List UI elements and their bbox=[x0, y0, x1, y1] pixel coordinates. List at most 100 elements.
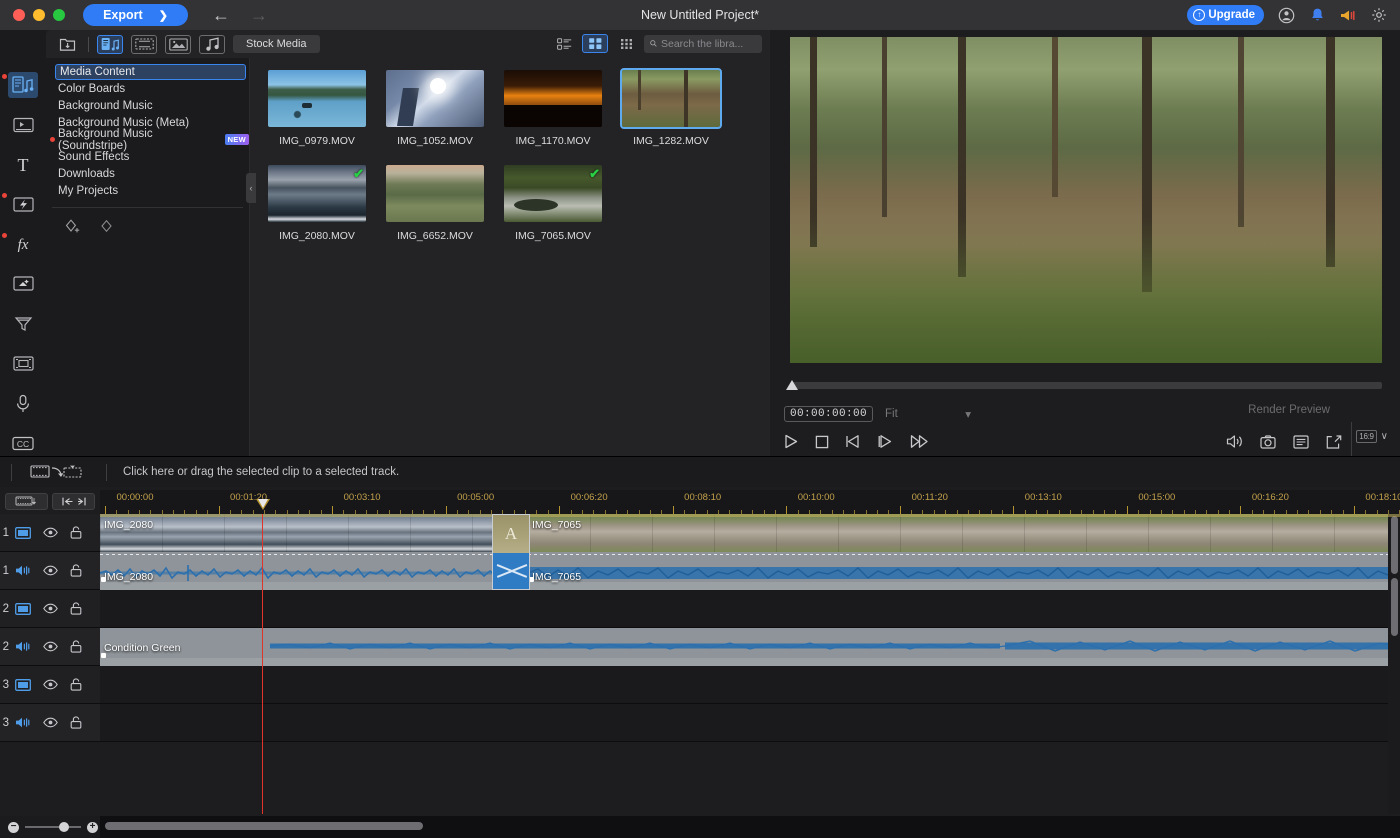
megaphone-icon[interactable] bbox=[1339, 6, 1357, 24]
library-item-media-content[interactable]: Media Content bbox=[55, 64, 246, 80]
timeline-audio-clip[interactable]: Condition Green bbox=[100, 628, 1400, 666]
media-tab-all-media[interactable] bbox=[97, 34, 123, 54]
media-tab-video[interactable] bbox=[131, 34, 157, 54]
properties-button[interactable] bbox=[1293, 434, 1309, 449]
media-tile[interactable]: IMG_0979.MOV bbox=[268, 70, 366, 147]
track-audio-3[interactable] bbox=[100, 704, 1400, 742]
track-video-1[interactable]: IMG_2080 IMG_7065 bbox=[100, 514, 1400, 552]
track-header-video-3[interactable]: 3 bbox=[0, 666, 100, 704]
preview-scrub-track[interactable] bbox=[790, 382, 1382, 389]
track-video-2[interactable] bbox=[100, 590, 1400, 628]
upgrade-button[interactable]: ↑ Upgrade bbox=[1187, 5, 1264, 25]
unlock-icon[interactable] bbox=[70, 640, 82, 653]
eye-icon[interactable] bbox=[43, 641, 58, 652]
audio-track-icon[interactable] bbox=[15, 716, 31, 729]
timeline-vertical-scrollbar-secondary[interactable] bbox=[1391, 578, 1398, 636]
rail-item-captions[interactable]: CC bbox=[8, 430, 38, 456]
audio-track-icon[interactable] bbox=[15, 564, 31, 577]
add-to-track-icon[interactable] bbox=[30, 464, 84, 481]
compact-view-button[interactable] bbox=[613, 34, 639, 53]
timeline-vertical-scrollbar[interactable] bbox=[1391, 516, 1398, 574]
track-header-audio-2[interactable]: 2 bbox=[0, 628, 100, 666]
unlock-icon[interactable] bbox=[70, 602, 82, 615]
track-video-3[interactable] bbox=[100, 666, 1400, 704]
rail-item-templates[interactable] bbox=[8, 112, 38, 138]
timecode-display[interactable]: 00:00:00:00 bbox=[784, 406, 874, 422]
previous-frame-button[interactable] bbox=[846, 434, 861, 449]
unlock-icon[interactable] bbox=[70, 526, 82, 539]
zoom-in-button[interactable]: + bbox=[87, 821, 98, 833]
unlock-icon[interactable] bbox=[70, 678, 82, 691]
horizontal-scrollbar-thumb[interactable] bbox=[105, 822, 423, 830]
popout-button[interactable] bbox=[1326, 434, 1342, 449]
video-preview[interactable] bbox=[790, 37, 1382, 363]
timeline-transition[interactable]: A bbox=[492, 514, 530, 590]
play-button[interactable] bbox=[784, 434, 798, 449]
tag-icon[interactable] bbox=[99, 218, 116, 235]
zoom-out-button[interactable]: − bbox=[8, 821, 19, 833]
media-tile[interactable]: IMG_1170.MOV bbox=[504, 70, 602, 147]
media-tile-selected[interactable]: IMG_1282.MOV bbox=[620, 68, 722, 147]
zoom-slider-knob[interactable] bbox=[59, 822, 69, 832]
rail-item-effects[interactable]: fx bbox=[2, 231, 38, 257]
library-item-background-music[interactable]: Background Music bbox=[46, 97, 249, 114]
search-input[interactable] bbox=[661, 37, 756, 50]
rail-item-voiceover[interactable] bbox=[8, 390, 38, 416]
redo-arrow-icon[interactable]: → bbox=[250, 6, 268, 24]
aspect-ratio-selector[interactable]: 16:9 ∨ bbox=[1356, 430, 1388, 443]
media-tile[interactable]: IMG_1052.MOV bbox=[386, 70, 484, 147]
clip-handle[interactable] bbox=[101, 577, 106, 582]
close-window-button[interactable] bbox=[13, 9, 25, 21]
gear-icon[interactable] bbox=[1370, 6, 1388, 24]
playhead-handle[interactable] bbox=[256, 499, 270, 514]
next-frame-button[interactable] bbox=[878, 434, 893, 449]
video-track-icon[interactable] bbox=[15, 678, 31, 691]
library-item-downloads[interactable]: Downloads bbox=[46, 165, 249, 182]
eye-icon[interactable] bbox=[43, 527, 58, 538]
clip-handle[interactable] bbox=[101, 653, 106, 658]
search-box[interactable] bbox=[644, 34, 762, 53]
audio-track-icon[interactable] bbox=[15, 640, 31, 653]
rail-item-media[interactable] bbox=[2, 72, 52, 98]
unlock-icon[interactable] bbox=[70, 564, 82, 577]
zoom-slider[interactable] bbox=[25, 822, 81, 832]
minimize-window-button[interactable] bbox=[33, 9, 45, 21]
maximize-window-button[interactable] bbox=[53, 9, 65, 21]
account-circle-icon[interactable] bbox=[1277, 6, 1295, 24]
eye-icon[interactable] bbox=[43, 679, 58, 690]
bell-icon[interactable] bbox=[1308, 6, 1326, 24]
video-track-icon[interactable] bbox=[15, 526, 31, 539]
rail-item-elements[interactable] bbox=[8, 271, 38, 297]
library-item-background-music-soundstripe[interactable]: Background Music (Soundstripe) NEW bbox=[46, 128, 249, 152]
export-button[interactable]: Export ❯ bbox=[83, 4, 188, 26]
horizontal-scrollbar-track[interactable] bbox=[100, 816, 1400, 838]
timeline-audio-clip[interactable]: IMG_2080 bbox=[100, 552, 528, 590]
timeline-clip[interactable]: IMG_2080 bbox=[100, 514, 528, 552]
render-preview-button[interactable]: Render Preview bbox=[1248, 404, 1330, 416]
list-view-button[interactable] bbox=[551, 34, 577, 53]
fast-forward-button[interactable] bbox=[910, 434, 929, 449]
eye-icon[interactable] bbox=[43, 565, 58, 576]
timeline-ruler[interactable]: 00:00:00 00:01:20 00:03:10 00:05:00 00:06:20… bbox=[100, 490, 1400, 514]
library-item-color-boards[interactable]: Color Boards bbox=[46, 80, 249, 97]
ripple-tool-button[interactable] bbox=[52, 492, 95, 510]
rail-item-filters[interactable] bbox=[8, 311, 38, 337]
unlock-icon[interactable] bbox=[70, 716, 82, 729]
grid-view-button[interactable] bbox=[582, 34, 608, 53]
track-header-audio-3[interactable]: 3 bbox=[0, 704, 100, 742]
rail-item-transitions[interactable] bbox=[2, 191, 38, 217]
marker-tool-button[interactable] bbox=[5, 492, 48, 510]
import-folder-icon[interactable] bbox=[54, 35, 80, 54]
media-tile[interactable]: IMG_6652.MOV bbox=[386, 165, 484, 242]
undo-arrow-icon[interactable]: ← bbox=[212, 6, 230, 24]
track-audio-2[interactable]: Condition Green bbox=[100, 628, 1400, 666]
eye-icon[interactable] bbox=[43, 717, 58, 728]
media-tab-audio[interactable] bbox=[199, 34, 225, 54]
track-header-video-2[interactable]: 2 bbox=[0, 590, 100, 628]
timeline-clip[interactable]: IMG_7065 bbox=[528, 514, 1400, 552]
timeline-audio-clip[interactable]: IMG_7065 bbox=[528, 552, 1400, 590]
rail-item-split-screen[interactable] bbox=[8, 351, 38, 377]
preview-scrub-handle[interactable] bbox=[786, 380, 798, 390]
rail-item-text[interactable]: T bbox=[8, 152, 38, 178]
eye-icon[interactable] bbox=[43, 603, 58, 614]
